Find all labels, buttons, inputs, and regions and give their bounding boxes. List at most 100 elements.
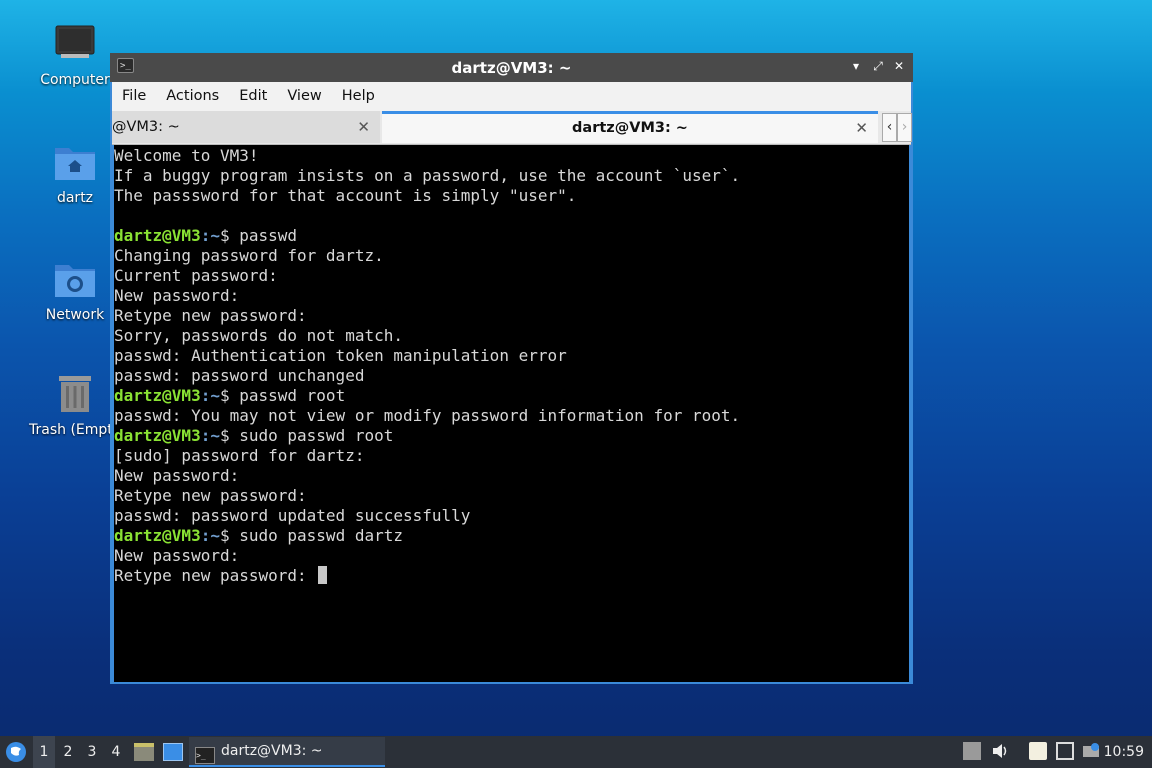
- text-cursor: [318, 566, 328, 584]
- output-text: New password:: [114, 286, 240, 305]
- tab-close-icon[interactable]: ✕: [357, 111, 370, 143]
- prompt-user: dartz@VM3: [114, 386, 201, 405]
- output-text: New password:: [114, 546, 240, 565]
- menu-edit[interactable]: Edit: [229, 82, 277, 111]
- tab-bar: @VM3: ~ ✕ dartz@VM3: ~ ✕ ‹ ›: [112, 111, 912, 145]
- workspace-1[interactable]: 1: [33, 736, 55, 768]
- window-title: dartz@VM3: ~: [451, 59, 572, 77]
- desktop-icon-network[interactable]: Network: [27, 257, 123, 323]
- prompt-symbol: $: [219, 226, 240, 245]
- menu-file[interactable]: File: [112, 82, 156, 111]
- command-text: passwd: [239, 226, 298, 245]
- tab-scroll-left-button[interactable]: ‹: [882, 113, 897, 142]
- network-folder-icon: [53, 257, 97, 301]
- terminal-app-icon: >_: [195, 747, 215, 764]
- terminal-output-line: passwd: password updated successfully: [114, 506, 909, 526]
- prompt-symbol: $: [219, 426, 240, 445]
- tab-terminal-1[interactable]: @VM3: ~ ✕: [112, 111, 380, 143]
- terminal-command-line: dartz@VM3:~$ passwd root: [114, 386, 909, 406]
- title-bar[interactable]: >_ dartz@VM3: ~ ▾ ⤢ ✕: [110, 53, 913, 82]
- home-folder-icon: [53, 140, 97, 184]
- tray-expand-icon[interactable]: [963, 742, 981, 760]
- terminal-output-line: New password:: [114, 286, 909, 306]
- terminal-output-line: Changing password for dartz.: [114, 246, 909, 266]
- desktop-icon-home[interactable]: dartz: [27, 140, 123, 206]
- workspace-3[interactable]: 3: [81, 736, 103, 768]
- output-text: The passsword for that account is simply…: [114, 186, 577, 205]
- prompt-user: dartz@VM3: [114, 426, 201, 445]
- show-desktop-icon[interactable]: [163, 743, 183, 761]
- task-label: dartz@VM3: ~: [221, 743, 323, 759]
- desktop-icon-trash[interactable]: Trash (Empty): [27, 372, 123, 438]
- output-text: [sudo] password for dartz:: [114, 446, 365, 465]
- output-text: Current password:: [114, 266, 278, 285]
- taskbar-task-terminal[interactable]: >_ dartz@VM3: ~: [189, 737, 385, 767]
- terminal-command-line: dartz@VM3:~$ passwd: [114, 226, 909, 246]
- minimize-button[interactable]: ▾: [848, 58, 864, 74]
- terminal-output-line: New password:: [114, 466, 909, 486]
- output-text: passwd: Authentication token manipulatio…: [114, 346, 567, 365]
- command-text: passwd root: [239, 386, 346, 405]
- output-text: Changing password for dartz.: [114, 246, 384, 265]
- output-text: Retype new password:: [114, 306, 307, 325]
- prompt-user: dartz@VM3: [114, 526, 201, 545]
- command-text: sudo passwd root: [239, 426, 394, 445]
- terminal-output-line: Retype new password:: [114, 306, 909, 326]
- tab-close-icon[interactable]: ✕: [855, 114, 868, 142]
- tab-label: @VM3: ~: [112, 119, 180, 135]
- trash-icon: [53, 372, 97, 416]
- terminal-output-line: Welcome to VM3!: [114, 146, 909, 166]
- clipboard-icon[interactable]: [1029, 742, 1047, 760]
- terminal-output-line: Retype new password:: [114, 566, 909, 586]
- terminal-output-line: New password:: [114, 546, 909, 566]
- prompt-path: :~: [200, 426, 220, 445]
- terminal-window: >_ dartz@VM3: ~ ▾ ⤢ ✕ File Actions Edit Vie…: [110, 53, 913, 684]
- menu-help[interactable]: Help: [332, 82, 385, 111]
- terminal-command-line: dartz@VM3:~$ sudo passwd root: [114, 426, 909, 446]
- output-text: passwd: password updated successfully: [114, 506, 471, 525]
- update-notifier-icon[interactable]: [1082, 742, 1100, 760]
- monitor-icon: [53, 22, 97, 66]
- output-text: Retype new password:: [114, 566, 317, 585]
- terminal-command-line: dartz@VM3:~$ sudo passwd dartz: [114, 526, 909, 546]
- terminal-output-line: [sudo] password for dartz:: [114, 446, 909, 466]
- terminal-output-line: The passsword for that account is simply…: [114, 186, 909, 206]
- menu-actions[interactable]: Actions: [156, 82, 229, 111]
- workspace-4[interactable]: 4: [105, 736, 127, 768]
- terminal-output-line: Retype new password:: [114, 486, 909, 506]
- terminal-output-line: Sorry, passwords do not match.: [114, 326, 909, 346]
- desktop-icon-label: dartz: [56, 190, 94, 206]
- menu-view[interactable]: View: [277, 82, 331, 111]
- menu-bar: File Actions Edit View Help: [112, 82, 911, 111]
- desktop-icon-label: Computer: [40, 72, 110, 88]
- terminal-output-line: Current password:: [114, 266, 909, 286]
- terminal-output-line: passwd: You may not view or modify passw…: [114, 406, 909, 426]
- output-text: Sorry, passwords do not match.: [114, 326, 403, 345]
- output-text: If a buggy program insists on a password…: [114, 166, 741, 185]
- tab-scroll-right-button[interactable]: ›: [897, 113, 912, 142]
- prompt-path: :~: [200, 386, 220, 405]
- file-manager-icon[interactable]: [134, 743, 154, 761]
- start-menu-icon[interactable]: [4, 740, 28, 764]
- workspace-2[interactable]: 2: [57, 736, 79, 768]
- output-text: passwd: password unchanged: [114, 366, 365, 385]
- output-text: passwd: You may not view or modify passw…: [114, 406, 741, 425]
- desktop-icon-computer[interactable]: Computer: [27, 22, 123, 88]
- desktop-icon-label: Network: [45, 307, 105, 323]
- desktop-icon-label: Trash (Empty): [29, 422, 113, 438]
- prompt-path: :~: [200, 526, 220, 545]
- clock[interactable]: 10:59: [1104, 736, 1144, 768]
- close-button[interactable]: ✕: [891, 58, 907, 74]
- restore-button[interactable]: ⤢: [870, 58, 886, 74]
- terminal-output[interactable]: Welcome to VM3! If a buggy program insist…: [114, 145, 909, 682]
- volume-icon[interactable]: [991, 742, 1009, 760]
- terminal-output-line: If a buggy program insists on a password…: [114, 166, 909, 186]
- prompt-user: dartz@VM3: [114, 226, 201, 245]
- terminal-output-line: passwd: Authentication token manipulatio…: [114, 346, 909, 366]
- network-icon[interactable]: [1056, 742, 1074, 760]
- tab-terminal-2[interactable]: dartz@VM3: ~ ✕: [382, 111, 878, 143]
- tab-label: dartz@VM3: ~: [572, 120, 688, 136]
- prompt-path: :~: [200, 226, 220, 245]
- output-text: New password:: [114, 466, 240, 485]
